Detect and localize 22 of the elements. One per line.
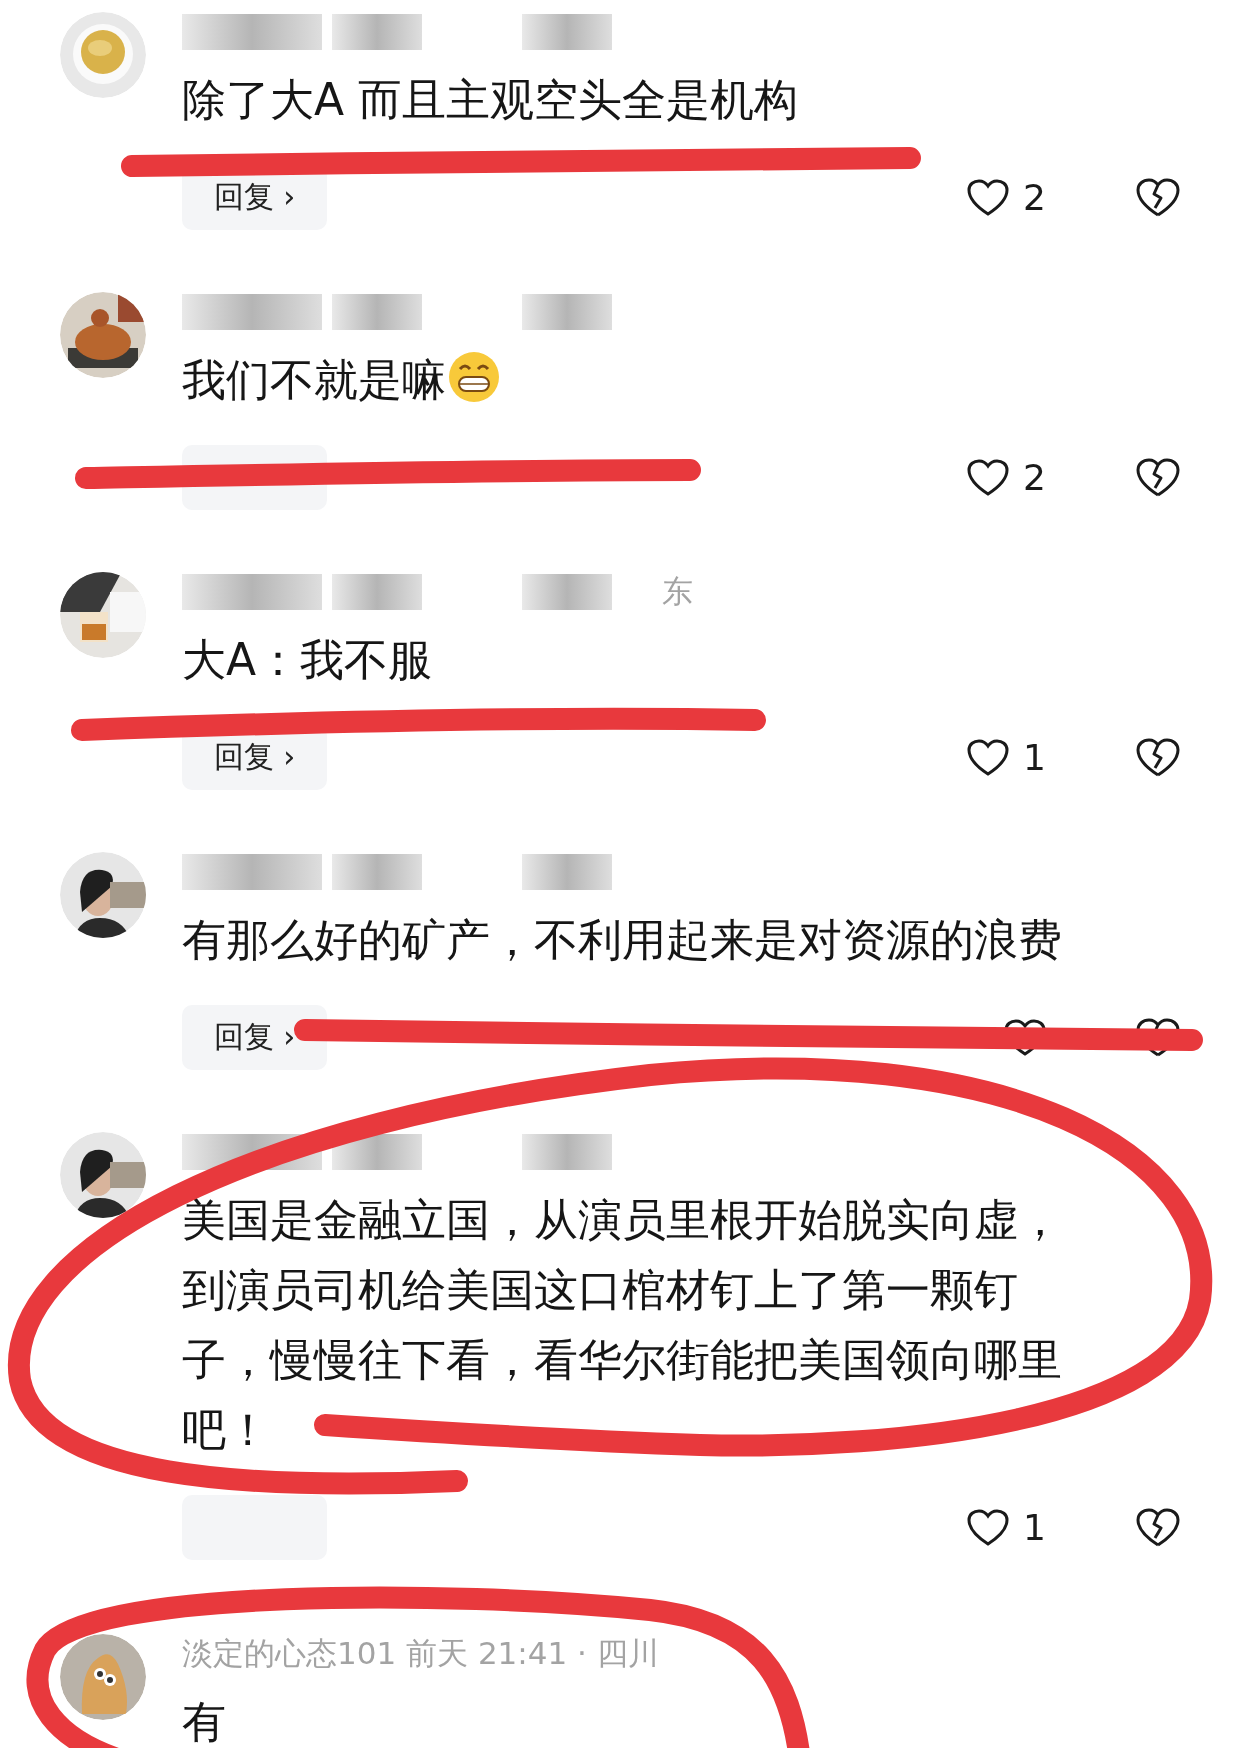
like-count: 2 xyxy=(1023,457,1046,498)
comment-meta: 淡定的心态101 前天 21:41 · 四川 xyxy=(182,1634,659,1673)
heart-icon[interactable] xyxy=(967,1508,1010,1547)
comment-text: 有 xyxy=(182,1695,227,1748)
heart-icon[interactable] xyxy=(967,458,1010,497)
comment-text: 大A：我不服 xyxy=(182,633,434,687)
like-count: 2 xyxy=(1023,177,1046,218)
comment-text: 除了大A 而且主观空头全是机构 xyxy=(182,73,800,127)
like-count: 1 xyxy=(1023,737,1046,778)
like-count: 1 xyxy=(1023,1507,1046,1548)
broken-heart-icon[interactable] xyxy=(1136,737,1180,778)
reply-button[interactable]: 回复 › xyxy=(182,1005,327,1070)
comment-text: 我们不就是嘛 xyxy=(182,345,1102,415)
comment-text: 有那么好的矿产，不利用起来是对资源的浪费 xyxy=(182,913,1063,967)
heart-icon[interactable] xyxy=(1004,1018,1046,1057)
broken-heart-icon[interactable] xyxy=(1136,1507,1180,1548)
heart-icon[interactable] xyxy=(967,178,1010,217)
heart-icon[interactable] xyxy=(967,738,1010,777)
comment-meta: 东 xyxy=(662,572,693,611)
broken-heart-icon[interactable] xyxy=(1136,457,1180,498)
comment-text: 美国是金融立国，从演员里根开始脱实向虚，到演员司机给美国这口棺材钉上了第一颗钉子，慢慢往下看，看华尔街能把美国领向哪里吧！ xyxy=(182,1193,1063,1457)
broken-heart-icon[interactable] xyxy=(1136,177,1180,218)
